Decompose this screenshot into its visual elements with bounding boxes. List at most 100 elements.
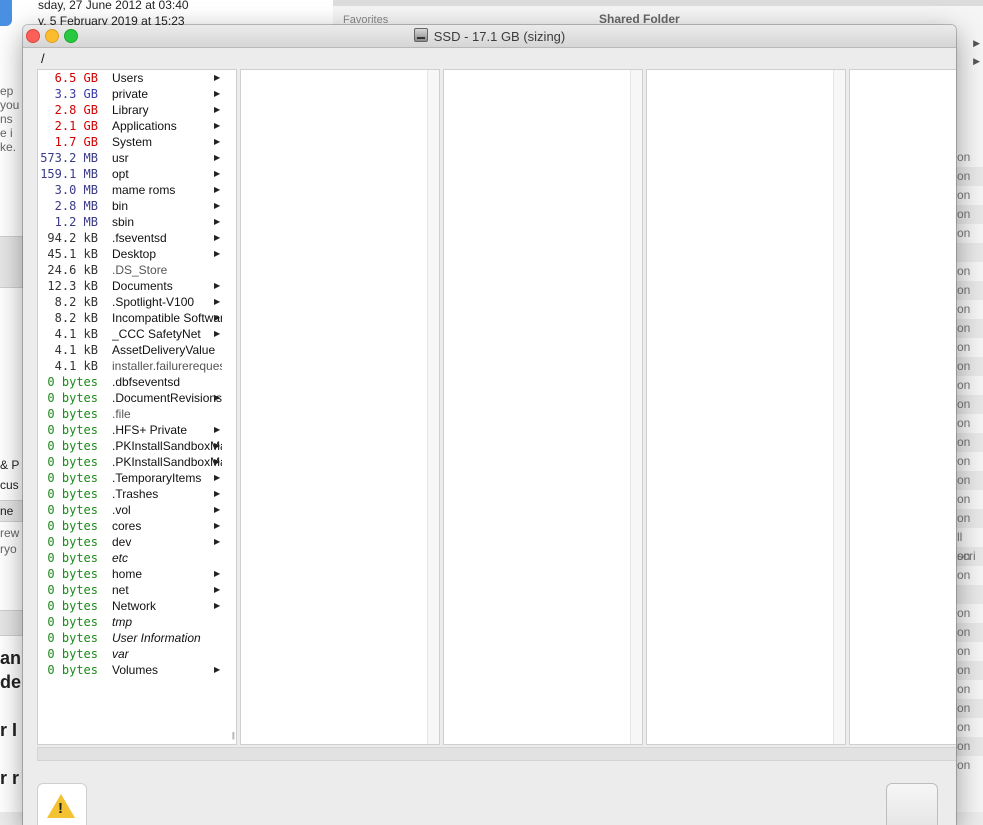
file-row[interactable]: 4.1 kB installer.failurerequests xyxy=(38,358,236,374)
disclosure-arrow-icon[interactable]: ▶ xyxy=(214,230,220,246)
file-size: 45.1 kB xyxy=(47,247,98,261)
background-row: on xyxy=(957,682,971,696)
file-row[interactable]: 0 bytes var xyxy=(38,646,236,662)
file-row[interactable]: 0 bytes .PKInstallSandboxManager▶ xyxy=(38,438,236,454)
file-row[interactable]: 0 bytes cores ▶ xyxy=(38,518,236,534)
disclosure-arrow-icon[interactable]: ▶ xyxy=(214,198,220,214)
text-fragment: rew xyxy=(0,526,20,540)
disclosure-arrow-icon[interactable]: ▶ xyxy=(214,86,220,102)
sizing-progress-bar xyxy=(37,747,956,761)
disclosure-arrow-icon[interactable]: ▶ xyxy=(214,150,220,166)
disclosure-arrow-icon[interactable]: ▶ xyxy=(214,118,220,134)
disclosure-arrow-icon[interactable]: ▶ xyxy=(214,310,220,326)
file-row[interactable]: 0 bytes Volumes ▶ xyxy=(38,662,236,678)
file-row[interactable]: 0 bytes Network ▶ xyxy=(38,598,236,614)
file-row[interactable]: 1.2 MB sbin ▶ xyxy=(38,214,236,230)
column-resize-grip[interactable]: || xyxy=(232,731,235,740)
warning-button[interactable]: ! xyxy=(37,783,87,825)
disclosure-arrow-icon[interactable]: ▶ xyxy=(214,166,220,182)
file-row[interactable]: 0 bytes .TemporaryItems ▶ xyxy=(38,470,236,486)
file-row[interactable]: 94.2 kB .fseventsd ▶ xyxy=(38,230,236,246)
file-row[interactable]: 3.0 MB mame roms ▶ xyxy=(38,182,236,198)
file-row[interactable]: 0 bytes .vol ▶ xyxy=(38,502,236,518)
file-name: .dbfseventsd xyxy=(112,375,181,389)
browser-column-root[interactable]: 6.5 GB Users ▶ 3.3 GB private ▶ 2.8 GB Library ▶… xyxy=(37,69,237,745)
file-row[interactable]: 0 bytes .HFS+ Private ▶ xyxy=(38,422,236,438)
file-name: usr xyxy=(112,151,129,165)
file-row[interactable]: 0 bytes .Trashes ▶ xyxy=(38,486,236,502)
disclosure-arrow-icon[interactable]: ▶ xyxy=(214,422,220,438)
browser-column-4[interactable] xyxy=(646,69,846,745)
disclosure-arrow-icon[interactable]: ▶ xyxy=(214,534,220,550)
disclosure-arrow-icon[interactable]: ▶ xyxy=(214,134,220,150)
file-row[interactable]: 4.1 kB _CCC SafetyNet ▶ xyxy=(38,326,236,342)
title-bar[interactable]: SSD - 17.1 GB (sizing) xyxy=(23,25,956,48)
file-row[interactable]: 24.6 kB .DS_Store xyxy=(38,262,236,278)
scrollbar[interactable] xyxy=(833,70,845,744)
file-name: System xyxy=(112,135,153,149)
disclosure-arrow-icon[interactable]: ▶ xyxy=(214,326,220,342)
file-row[interactable]: 0 bytes home ▶ xyxy=(38,566,236,582)
file-row[interactable]: 573.2 MB usr ▶ xyxy=(38,150,236,166)
file-name: .DS_Store xyxy=(112,263,168,277)
file-row[interactable]: 2.1 GB Applications ▶ xyxy=(38,118,236,134)
file-name: net xyxy=(112,583,129,597)
disclosure-arrow-icon[interactable]: ▶ xyxy=(214,518,220,534)
disclosure-arrow-icon[interactable]: ▶ xyxy=(214,102,220,118)
disclosure-arrow-icon[interactable]: ▶ xyxy=(214,438,220,454)
file-row[interactable]: 8.2 kB .Spotlight-V100 ▶ xyxy=(38,294,236,310)
file-row[interactable]: 0 bytes net ▶ xyxy=(38,582,236,598)
file-name: Volumes xyxy=(112,663,159,677)
background-row: on xyxy=(955,737,983,756)
browser-column-3[interactable] xyxy=(443,69,643,745)
disclosure-arrow-icon[interactable]: ▶ xyxy=(214,470,220,486)
file-row[interactable]: 0 bytes tmp xyxy=(38,614,236,630)
background-row: on xyxy=(957,568,971,582)
file-row[interactable]: 12.3 kB Documents ▶ xyxy=(38,278,236,294)
file-row[interactable]: 2.8 GB Library ▶ xyxy=(38,102,236,118)
disclosure-arrow-icon[interactable]: ▶ xyxy=(214,662,220,678)
file-row[interactable]: 6.5 GB Users ▶ xyxy=(38,70,236,86)
background-row: on xyxy=(955,395,983,414)
file-row[interactable]: 0 bytes User Information xyxy=(38,630,236,646)
disclosure-arrow-icon[interactable]: ▶ xyxy=(214,582,220,598)
file-row[interactable]: 8.2 kB Incompatible Software ▶ xyxy=(38,310,236,326)
disclosure-arrow-icon[interactable]: ▶ xyxy=(214,214,220,230)
disclosure-arrow-icon[interactable]: ▶ xyxy=(214,278,220,294)
disclosure-arrow-icon[interactable]: ▶ xyxy=(214,454,220,470)
file-row[interactable]: 0 bytes etc xyxy=(38,550,236,566)
file-row[interactable]: 0 bytes .file xyxy=(38,406,236,422)
disclosure-arrow-icon[interactable]: ▶ xyxy=(214,390,220,406)
disclosure-arrow-icon[interactable]: ▶ xyxy=(214,486,220,502)
file-row[interactable]: 2.8 MB bin ▶ xyxy=(38,198,236,214)
file-row[interactable]: 159.1 MB opt ▶ xyxy=(38,166,236,182)
file-size: 6.5 GB xyxy=(54,71,98,85)
file-row[interactable]: 0 bytes .DocumentRevisions-V100▶ xyxy=(38,390,236,406)
background-row: on xyxy=(957,378,971,392)
disclosure-arrow-icon[interactable]: ▶ xyxy=(214,70,220,86)
text-fragment: cus xyxy=(0,478,19,492)
file-name: Documents xyxy=(112,279,173,293)
file-row[interactable]: 0 bytes .PKInstallSandboxManager-SystemSo… xyxy=(38,454,236,470)
disclosure-arrow-icon[interactable]: ▶ xyxy=(214,502,220,518)
disclosure-arrow-icon[interactable]: ▶ xyxy=(214,566,220,582)
file-size: 0 bytes xyxy=(47,391,98,405)
warning-icon-mark: ! xyxy=(58,800,63,817)
file-row[interactable]: 45.1 kB Desktop ▶ xyxy=(38,246,236,262)
file-row[interactable]: 0 bytes .dbfseventsd xyxy=(38,374,236,390)
browser-column-5[interactable] xyxy=(849,69,956,745)
scrollbar[interactable] xyxy=(630,70,642,744)
scrollbar[interactable] xyxy=(427,70,439,744)
disclosure-arrow-icon[interactable]: ▶ xyxy=(214,294,220,310)
file-row[interactable]: 3.3 GB private ▶ xyxy=(38,86,236,102)
disclosure-arrow-icon[interactable]: ▶ xyxy=(214,246,220,262)
file-row[interactable]: 0 bytes dev ▶ xyxy=(38,534,236,550)
action-button[interactable] xyxy=(886,783,938,825)
file-row[interactable]: 1.7 GB System ▶ xyxy=(38,134,236,150)
file-row[interactable]: 4.1 kB AssetDeliveryValue xyxy=(38,342,236,358)
disclosure-arrow-icon[interactable]: ▶ xyxy=(214,598,220,614)
browser-column-2[interactable] xyxy=(240,69,440,745)
background-toolbar xyxy=(333,0,983,6)
background-row: on xyxy=(957,188,971,202)
disclosure-arrow-icon[interactable]: ▶ xyxy=(214,182,220,198)
